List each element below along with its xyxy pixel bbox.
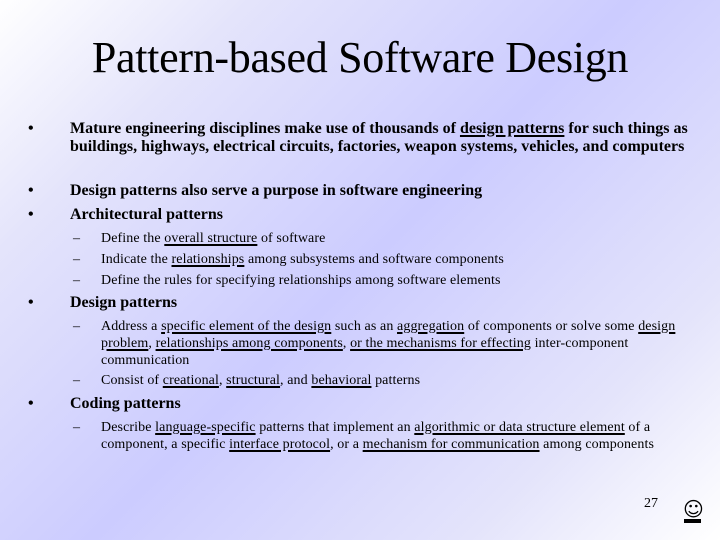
text-run: , and	[280, 373, 312, 388]
text-run: patterns that implement an	[255, 420, 415, 435]
text-run: of software	[257, 231, 326, 246]
bullet-3: • Architectural patterns	[28, 206, 692, 224]
text-run: Design patterns	[70, 294, 178, 311]
dash-marker: –	[73, 420, 81, 435]
bullet-4: • Design patterns	[28, 294, 692, 312]
underlined-term: aggregation	[397, 319, 465, 334]
text-run: Define the	[101, 231, 165, 246]
text-run: ,	[148, 336, 156, 351]
sub-bullet-4-2: – Consist of creational, structural, and …	[73, 372, 701, 389]
text-run: Address a	[101, 319, 162, 334]
smiley-face-icon: ☺	[683, 497, 704, 521]
underlined-term: design patterns	[459, 120, 565, 137]
text-run: ,	[342, 336, 351, 351]
sub-bullet-3-2: – Indicate the relationships among subsys…	[73, 251, 701, 268]
text-run: patterns	[371, 373, 421, 388]
underlined-term: language-specific	[155, 420, 256, 435]
dash-marker: –	[73, 373, 81, 388]
text-run: such as an	[331, 319, 398, 334]
text-run: Indicate the	[101, 252, 172, 267]
bullet-marker: •	[28, 395, 34, 412]
underlined-term: algorithmic or data structure element	[414, 420, 625, 435]
bullet-marker: •	[28, 120, 34, 137]
underlined-term: mechanism for communication	[362, 437, 540, 452]
page-number: 27	[644, 496, 658, 511]
underlined-term: relationships	[171, 252, 245, 267]
text-run: of components or solve some	[464, 319, 639, 334]
slide-title: Pattern-based Software Design	[91, 33, 629, 82]
underlined-term: or the mechanisms for effecting	[350, 336, 531, 351]
bullet-marker: •	[28, 294, 34, 311]
sub-bullet-4-1: – Address a specific element of the desig…	[73, 318, 701, 369]
smiley-base-bar	[684, 519, 701, 523]
underlined-term: structural	[226, 373, 281, 388]
bullet-2: • Design patterns also serve a purpose in…	[28, 182, 692, 200]
text-run: Mature engineering disciplines make use …	[70, 120, 460, 137]
dash-marker: –	[73, 319, 81, 334]
bullet-marker: •	[28, 182, 34, 199]
text-run: Design patterns also serve a purpose in …	[70, 182, 483, 199]
bullet-5: • Coding patterns	[28, 395, 692, 413]
sub-bullet-3-3: – Define the rules for specifying relatio…	[73, 272, 701, 289]
text-run: Architectural patterns	[70, 206, 223, 223]
text-run: among subsystems and software components	[244, 252, 504, 267]
text-run: Define the rules for specifying relation…	[101, 273, 501, 288]
text-run: Consist of	[101, 373, 163, 388]
sub-bullet-5-1: – Describe language-specific patterns tha…	[73, 419, 701, 453]
bullet-marker: •	[28, 206, 34, 223]
dash-marker: –	[73, 273, 81, 288]
text-run: Coding patterns	[70, 395, 181, 412]
dash-marker: –	[73, 231, 81, 246]
dash-marker: –	[73, 252, 81, 267]
underlined-term: behavioral	[311, 373, 372, 388]
underlined-term: relationships among components	[155, 336, 343, 351]
underlined-term: overall structure	[164, 231, 258, 246]
underlined-term: interface protocol	[229, 437, 331, 452]
text-run: among components	[539, 437, 654, 452]
bullet-1: • Mature engineering disciplines make use…	[28, 120, 692, 156]
underlined-term: specific element of the design	[161, 319, 332, 334]
sub-bullet-3-1: – Define the overall structure of softwar…	[73, 230, 701, 247]
text-run: Describe	[101, 420, 156, 435]
text-run: , or a	[330, 437, 363, 452]
underlined-term: creational	[162, 373, 219, 388]
